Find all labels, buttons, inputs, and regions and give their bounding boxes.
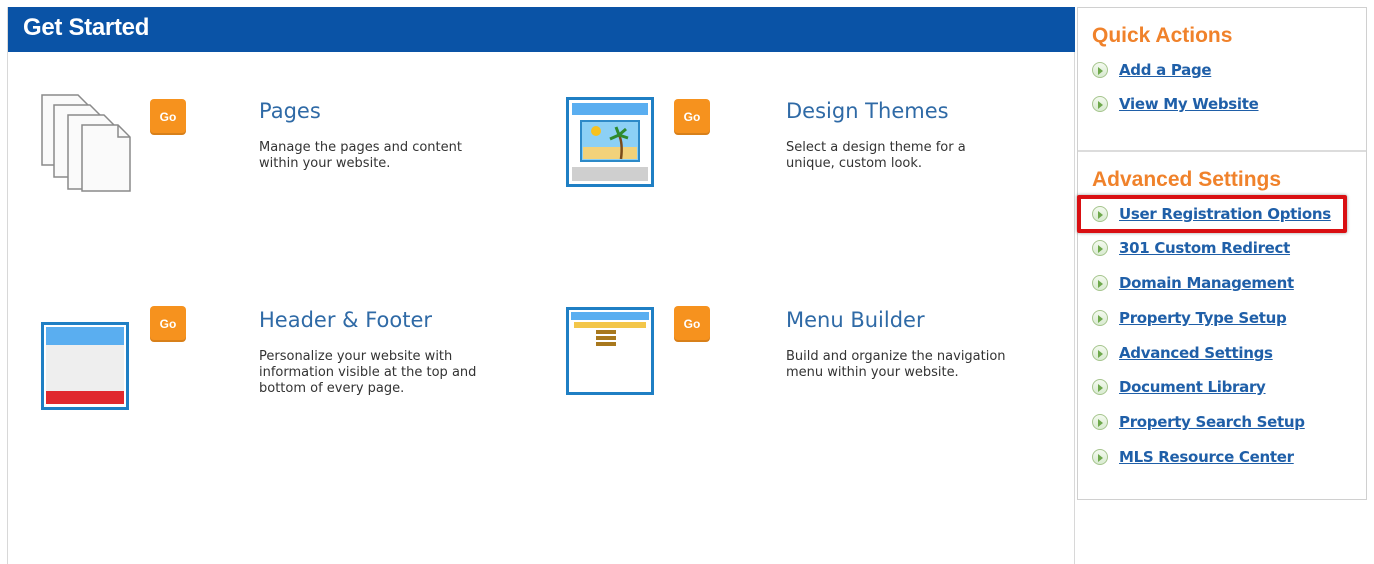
sidebar-divider [1078, 150, 1366, 152]
menu-builder-title: Menu Builder [786, 308, 925, 332]
link-label[interactable]: Advanced Settings [1119, 344, 1273, 362]
menu-builder-go-button[interactable]: Go [674, 306, 710, 342]
arrow-bullet-icon [1092, 449, 1108, 465]
advanced-settings-heading: Advanced Settings [1092, 168, 1282, 191]
advanced-link-property-search-setup[interactable]: Property Search Setup [1092, 411, 1305, 433]
arrow-bullet-icon [1092, 345, 1108, 361]
advanced-link-domain-management[interactable]: Domain Management [1092, 272, 1294, 294]
arrow-bullet-icon [1092, 414, 1108, 430]
link-label[interactable]: Property Search Setup [1119, 413, 1305, 431]
advanced-link-mls-resource-center[interactable]: MLS Resource Center [1092, 446, 1294, 468]
menu-builder-icon [566, 307, 656, 401]
link-label[interactable]: 301 Custom Redirect [1119, 239, 1290, 257]
arrow-bullet-icon [1092, 379, 1108, 395]
panel-title: Get Started [23, 14, 150, 41]
pages-title: Pages [259, 99, 321, 123]
design-themes-description: Select a design theme for a unique, cust… [786, 140, 966, 171]
design-themes-go-button[interactable]: Go [674, 99, 710, 135]
link-label[interactable]: View My Website [1119, 95, 1259, 113]
arrow-bullet-icon [1092, 310, 1108, 326]
get-started-panel: Get Started Go Pages Manage the pages an… [7, 7, 1075, 564]
menu-builder-description: Build and organize the navigation menu w… [786, 349, 1006, 380]
sidebar-panel: Quick Actions Add a Page View My Website… [1077, 7, 1367, 500]
link-label[interactable]: MLS Resource Center [1119, 448, 1294, 466]
arrow-bullet-icon [1092, 62, 1108, 78]
advanced-link-301-custom-redirect[interactable]: 301 Custom Redirect [1092, 237, 1290, 259]
pages-go-button[interactable]: Go [150, 99, 186, 135]
header-footer-icon [41, 322, 131, 416]
design-themes-icon [566, 97, 656, 193]
pages-icon [38, 93, 134, 197]
advanced-link-advanced-settings[interactable]: Advanced Settings [1092, 342, 1273, 364]
pages-description: Manage the pages and content within your… [259, 140, 462, 171]
arrow-bullet-icon [1092, 275, 1108, 291]
advanced-link-document-library[interactable]: Document Library [1092, 376, 1266, 398]
quick-action-add-page[interactable]: Add a Page [1092, 59, 1212, 81]
link-label[interactable]: Domain Management [1119, 274, 1294, 292]
header-footer-go-button[interactable]: Go [150, 306, 186, 342]
header-footer-title: Header & Footer [259, 308, 433, 332]
arrow-bullet-icon [1092, 96, 1108, 112]
header-footer-description: Personalize your website with informatio… [259, 349, 477, 396]
get-started-header: Get Started [8, 7, 1075, 52]
link-label[interactable]: Add a Page [1119, 61, 1212, 79]
quick-action-view-website[interactable]: View My Website [1092, 93, 1259, 115]
arrow-bullet-icon [1092, 240, 1108, 256]
link-label[interactable]: Document Library [1119, 378, 1266, 396]
highlight-annotation-box [1077, 195, 1347, 233]
advanced-link-property-type-setup[interactable]: Property Type Setup [1092, 307, 1287, 329]
link-label[interactable]: Property Type Setup [1119, 309, 1287, 327]
quick-actions-heading: Quick Actions [1092, 24, 1233, 47]
design-themes-title: Design Themes [786, 99, 949, 123]
